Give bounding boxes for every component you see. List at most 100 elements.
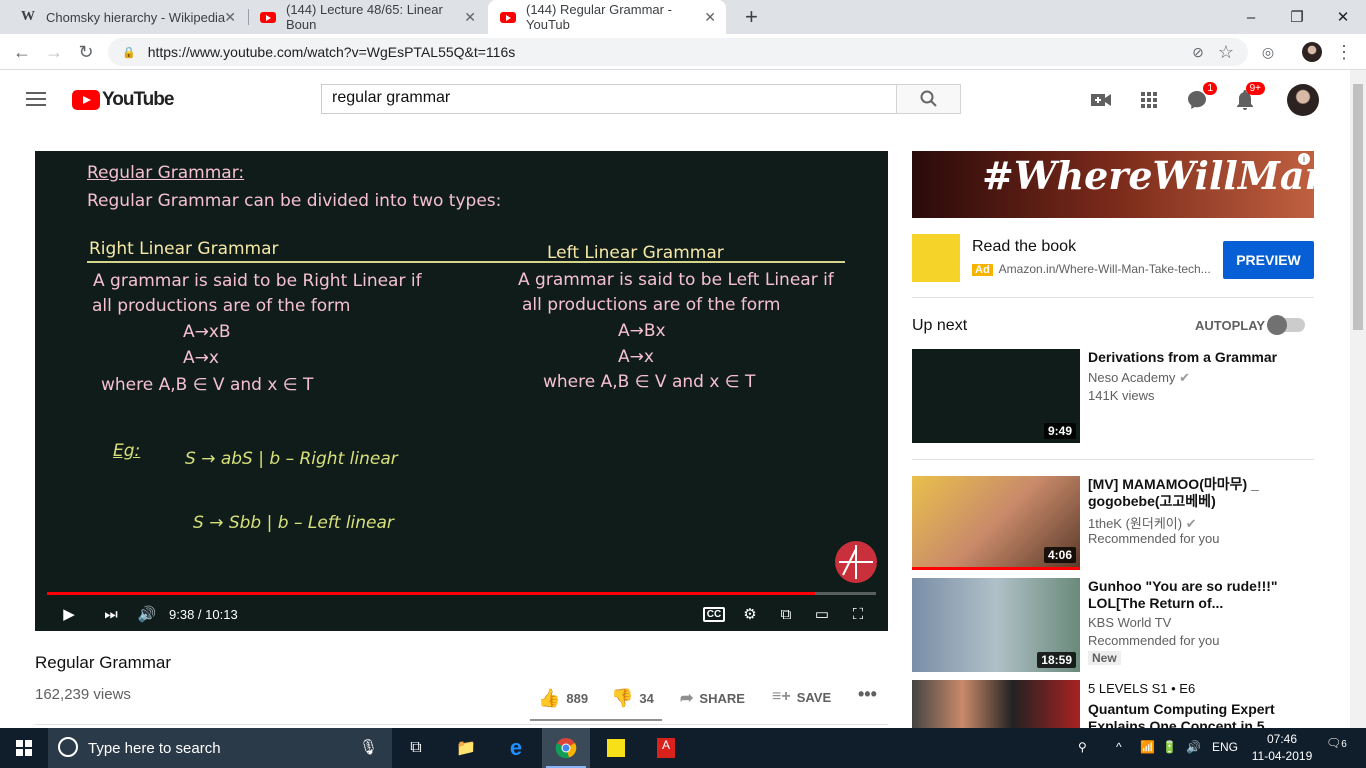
rec-channel: 1theK (원더케이) ✔ [1088, 516, 1197, 531]
divider [35, 724, 888, 725]
acrobat-reader-icon[interactable]: A [642, 728, 690, 768]
up-next-heading: Up next [912, 317, 968, 334]
edge-icon[interactable]: e [492, 728, 540, 768]
duration: 18:59 [1037, 652, 1076, 668]
share-arrow-icon: ➦ [680, 690, 694, 707]
clock[interactable]: 07:46 11-04-2019 [1250, 732, 1314, 763]
tab-title: Chomsky hierarchy - Wikipedia [46, 9, 226, 25]
fullscreen-icon[interactable]: ⛶ [846, 602, 870, 626]
extension-icon[interactable]: ◎ [1256, 40, 1280, 64]
blocked-popup-icon[interactable]: ⊘ [1186, 40, 1210, 64]
ad-book-thumbnail[interactable] [912, 234, 960, 282]
tab-regular-grammar[interactable]: (144) Regular Grammar - YouTub ✕ [488, 0, 726, 34]
share-button[interactable]: ➦ SHARE [680, 688, 745, 708]
browser-tab-bar: W Chomsky hierarchy - Wikipedia ✕ (144) … [0, 0, 1366, 34]
ad-info-icon[interactable]: i [1298, 153, 1310, 165]
language-indicator[interactable]: ENG [1212, 740, 1238, 754]
windows-start-icon[interactable] [0, 728, 48, 768]
ad-title[interactable]: Read the book [972, 238, 1076, 256]
hamburger-menu-icon[interactable] [26, 92, 46, 110]
video-thumbnail[interactable]: 4:06 [912, 476, 1080, 570]
preview-button[interactable]: PREVIEW [1223, 241, 1314, 279]
apps-grid-icon[interactable] [1137, 88, 1161, 112]
like-button[interactable]: 👍 889 [538, 688, 588, 709]
tab-lecture[interactable]: (144) Lecture 48/65: Linear Boun ✕ [248, 0, 486, 34]
play-icon[interactable]: ▶ [57, 602, 81, 626]
tab-wikipedia[interactable]: W Chomsky hierarchy - Wikipedia ✕ [8, 0, 246, 34]
file-explorer-icon[interactable]: 📁 [442, 728, 490, 768]
rec-title[interactable]: Gunhoo "You are so rude!!!" LOL[The Retu… [1088, 578, 1314, 612]
recommendation-item[interactable]: 5 LEVELS S1 • E6 Quantum Computing Exper… [912, 680, 1314, 728]
battery-icon[interactable]: 🔋 [1162, 740, 1177, 754]
theater-mode-icon[interactable]: ▭ [810, 602, 834, 626]
url-field[interactable]: 🔒 https://www.youtube.com/watch?v=WgEsPT… [108, 38, 1248, 66]
task-view-icon[interactable]: ⧉ [392, 728, 440, 768]
rec-title[interactable]: Quantum Computing Expert Explains One Co… [1088, 701, 1314, 728]
recommendation-item[interactable]: 18:59 Gunhoo "You are so rude!!!" LOL[Th… [912, 578, 1314, 673]
forward-arrow-icon[interactable]: → [42, 40, 66, 64]
channel-watermark-icon[interactable] [835, 541, 877, 583]
page-scrollbar[interactable] [1350, 70, 1366, 728]
menu-kebab-icon[interactable]: ⋮ [1332, 40, 1356, 64]
people-icon[interactable]: ⚲ [1078, 740, 1087, 754]
search-button[interactable] [896, 84, 961, 114]
taskbar-search-field[interactable]: Type here to search 🎙 [48, 728, 392, 768]
close-icon[interactable]: ✕ [224, 9, 236, 26]
video-thumbnail[interactable]: 18:59 [912, 578, 1080, 672]
video-thumbnail[interactable] [912, 680, 1080, 728]
taskbar-search-placeholder: Type here to search [88, 739, 221, 757]
recommendation-item[interactable]: 9:49 Derivations from a Grammar Neso Aca… [912, 349, 1314, 444]
close-window-button[interactable]: ✕ [1320, 0, 1366, 34]
video-title: Regular Grammar [35, 653, 172, 672]
miniplayer-icon[interactable]: ⧉ [774, 602, 798, 626]
notifications-bell-icon[interactable]: 9+ [1233, 82, 1265, 112]
maximize-button[interactable]: ❐ [1274, 0, 1320, 34]
back-arrow-icon[interactable]: ← [10, 40, 34, 64]
recommendation-item[interactable]: 4:06 [MV] MAMAMOO(마마무) _ gogobebe(고고베베) … [912, 476, 1314, 571]
tray-chevron-icon[interactable]: ^ [1116, 740, 1122, 754]
close-icon[interactable]: ✕ [464, 9, 476, 26]
search-input[interactable]: regular grammar [321, 84, 897, 114]
save-button[interactable]: ≡+ SAVE [772, 688, 831, 706]
bookmark-star-icon[interactable]: ☆ [1214, 40, 1238, 64]
new-badge: New [1088, 651, 1121, 665]
more-actions-icon[interactable]: ••• [858, 684, 877, 705]
lock-icon: 🔒 [122, 46, 136, 59]
verified-icon: ✔ [1179, 370, 1190, 385]
youtube-icon [500, 9, 516, 25]
chalk-intro: Regular Grammar can be divided into two … [87, 191, 502, 211]
chalk-left-title: Left Linear Grammar [547, 243, 724, 263]
rec-title[interactable]: Derivations from a Grammar [1088, 349, 1314, 366]
video-progress-bar[interactable] [47, 592, 876, 595]
playlist-add-icon: ≡+ [772, 688, 791, 705]
settings-gear-icon[interactable]: ⚙ [738, 602, 762, 626]
action-center-icon[interactable]: 🗨6 [1326, 736, 1347, 750]
volume-tray-icon[interactable]: 🔊 [1186, 740, 1201, 754]
create-video-icon[interactable] [1089, 88, 1113, 112]
sticky-notes-icon[interactable] [592, 728, 640, 768]
minimize-button[interactable]: – [1228, 0, 1274, 34]
scrollbar-thumb[interactable] [1353, 84, 1363, 330]
youtube-logo[interactable]: YouTube [72, 89, 174, 111]
wifi-icon[interactable]: 📶 [1140, 740, 1155, 754]
profile-avatar-small[interactable] [1300, 40, 1324, 64]
chalk-left-desc1: A grammar is said to be Left Linear if [518, 270, 834, 290]
reload-icon[interactable]: ↻ [74, 40, 98, 64]
rec-title[interactable]: [MV] MAMAMOO(마마무) _ gogobebe(고고베베) [1088, 476, 1314, 510]
chalk-eg: Eg: [113, 441, 141, 461]
messages-icon[interactable]: 1 [1185, 82, 1217, 112]
video-thumbnail[interactable]: 9:49 [912, 349, 1080, 443]
ad-banner-text: #WhereWillMan [982, 153, 1314, 198]
volume-icon[interactable]: 🔊 [135, 602, 159, 626]
next-icon[interactable]: ⏭ [99, 602, 123, 626]
close-icon[interactable]: ✕ [704, 9, 716, 26]
video-player[interactable]: Regular Grammar: Regular Grammar can be … [35, 151, 888, 631]
autoplay-toggle[interactable] [1267, 315, 1305, 335]
chrome-icon[interactable] [542, 728, 590, 768]
ad-banner[interactable]: #WhereWillMan i [912, 151, 1314, 218]
microphone-icon[interactable]: 🎙 [359, 738, 378, 756]
new-tab-button[interactable]: + [733, 0, 770, 34]
account-avatar[interactable] [1287, 84, 1319, 116]
dislike-button[interactable]: 👎 34 [611, 688, 654, 709]
captions-icon[interactable]: CC [702, 602, 726, 626]
